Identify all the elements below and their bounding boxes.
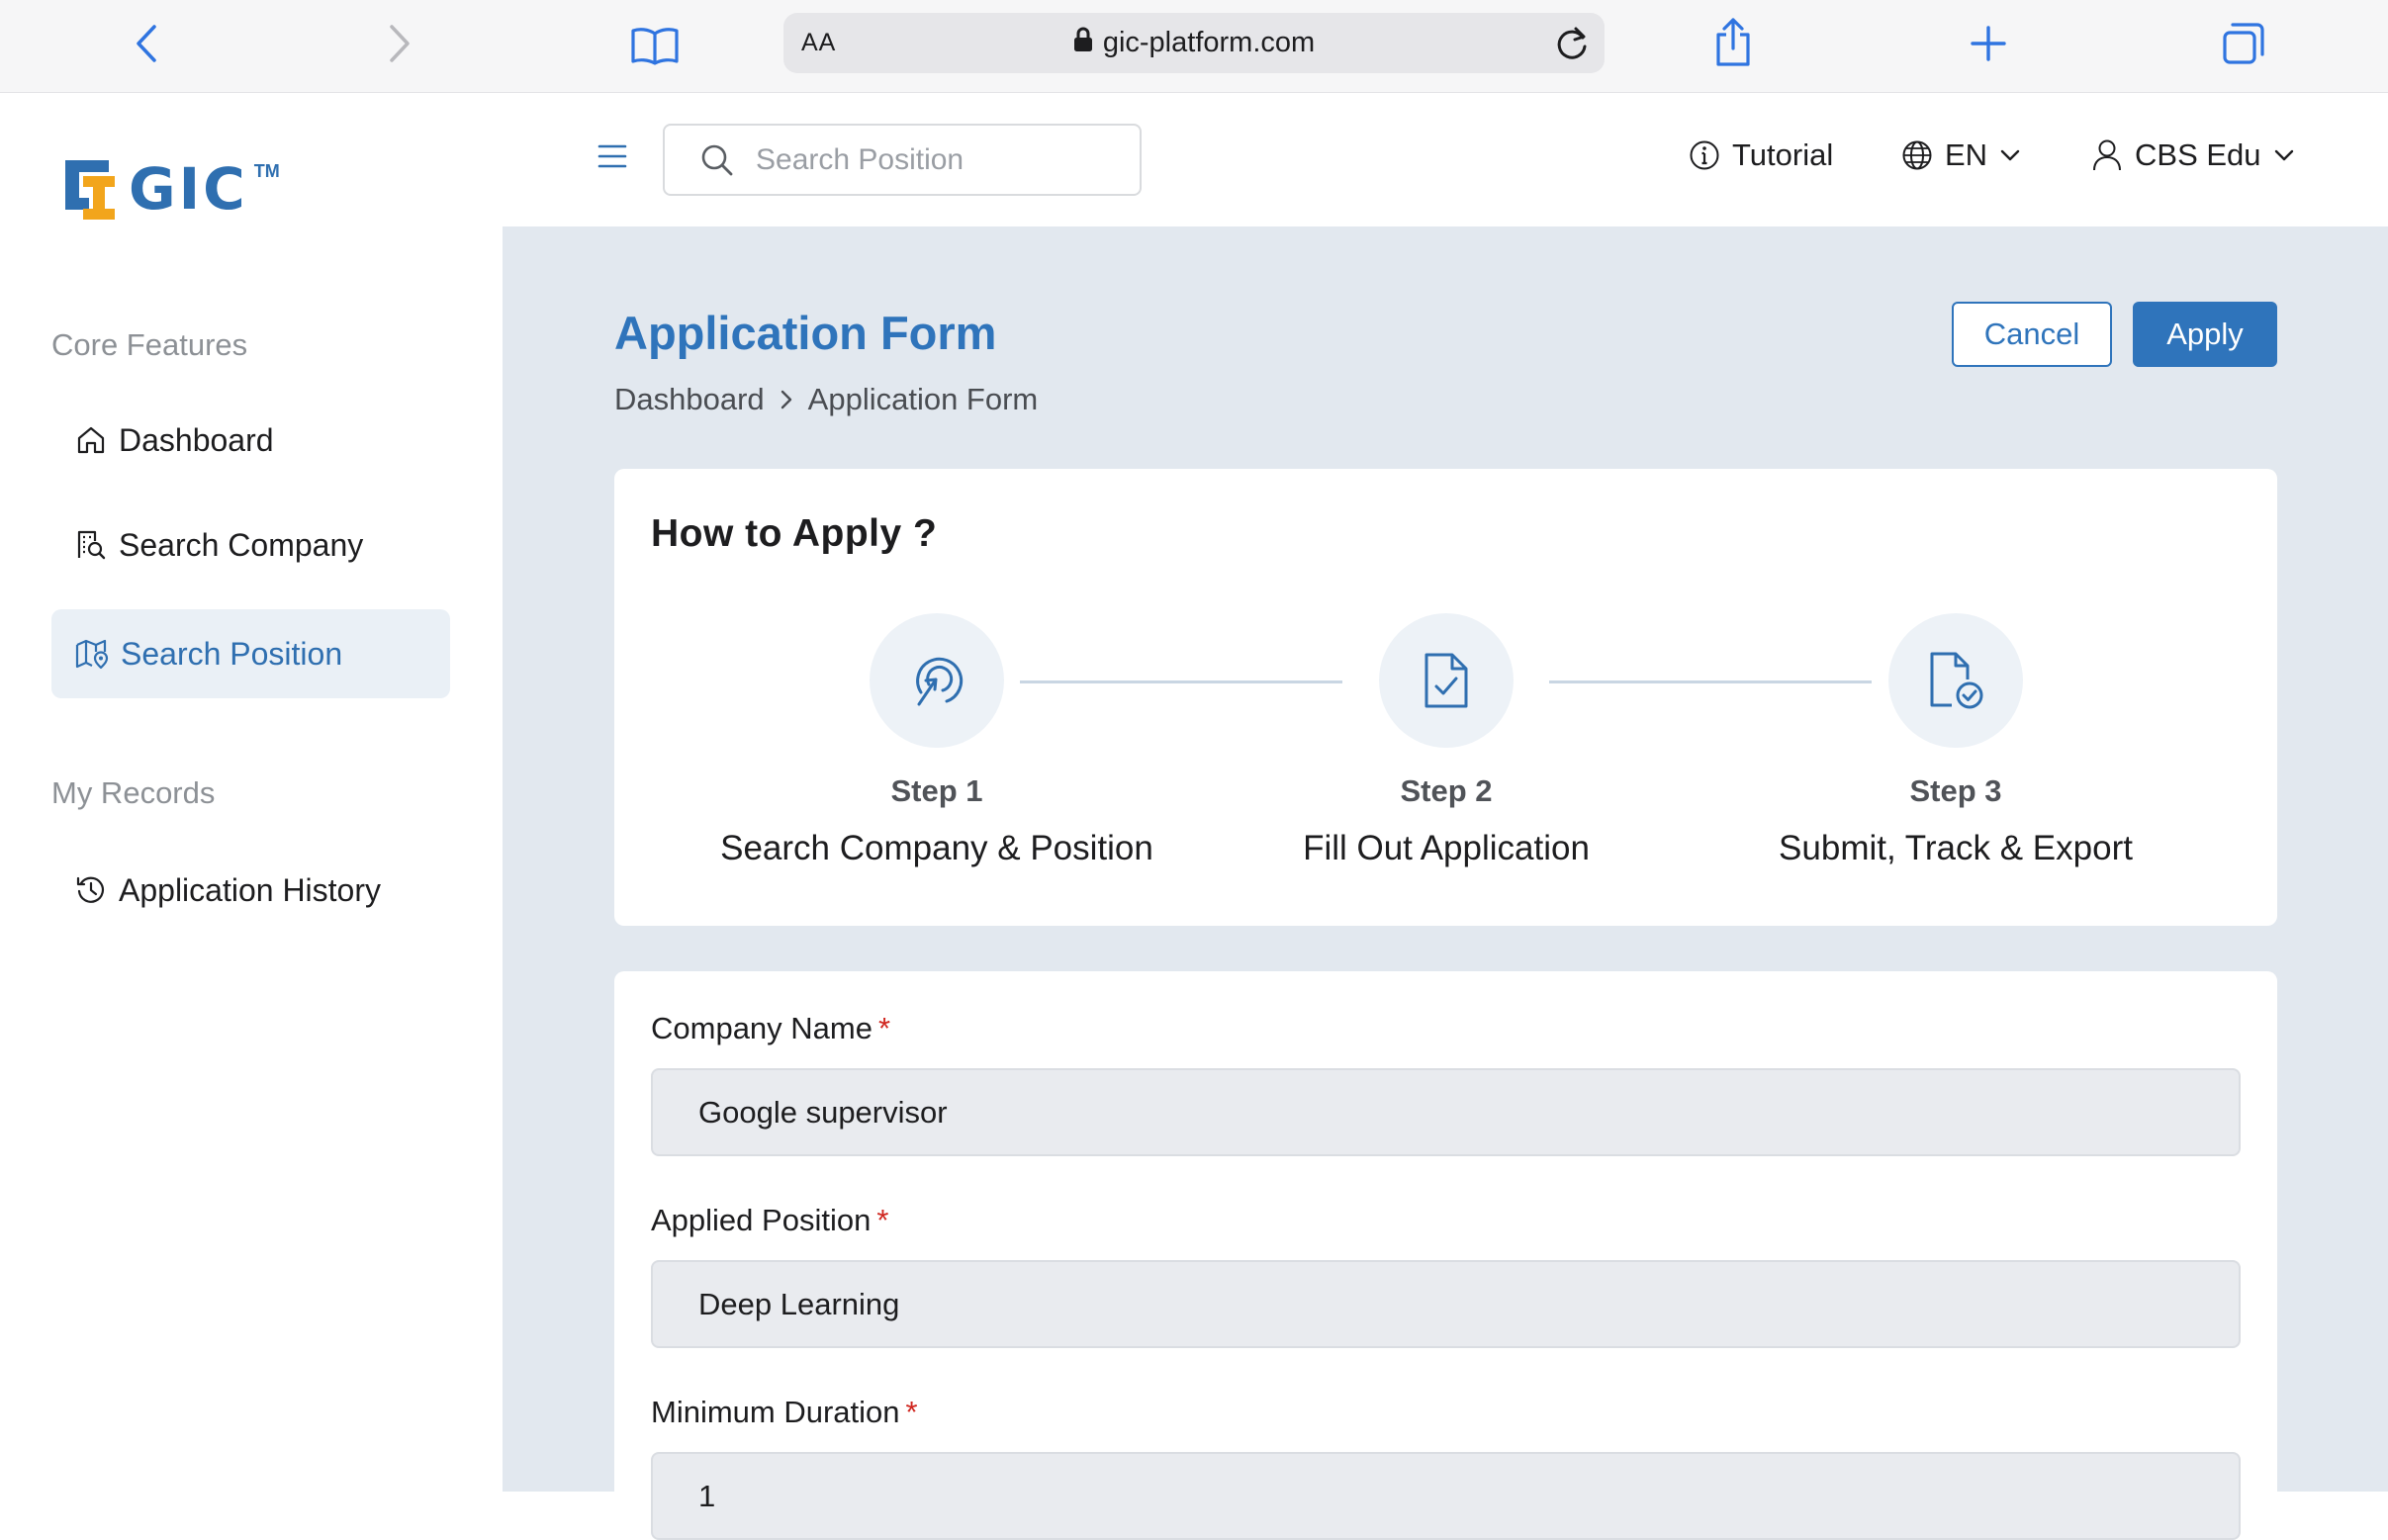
minimum-duration-field[interactable]: 1 bbox=[651, 1452, 2241, 1540]
sidebar-item-label: Search Position bbox=[121, 635, 343, 672]
step-description: Search Company & Position bbox=[720, 829, 1153, 867]
search-icon bbox=[701, 144, 733, 175]
chevron-down-icon bbox=[2274, 149, 2293, 161]
step-description: Submit, Track & Export bbox=[1779, 829, 2133, 867]
required-mark: * bbox=[877, 1011, 891, 1045]
step-number: Step 1 bbox=[890, 773, 983, 808]
minimum-duration-label: Minimum Duration * bbox=[651, 1395, 918, 1429]
search-position-input[interactable] bbox=[756, 142, 1112, 177]
document-submit-icon bbox=[1930, 652, 1983, 709]
step-2: Step 2 Fill Out Application bbox=[1169, 613, 1723, 868]
user-menu[interactable]: CBS Edu bbox=[2091, 137, 2295, 173]
application-form-card: Company Name * Google supervisor Applied … bbox=[614, 971, 2277, 1540]
breadcrumb-dashboard[interactable]: Dashboard bbox=[614, 382, 765, 417]
address-bar[interactable]: AA gic-platform.com bbox=[783, 13, 1605, 73]
url-text: gic-platform.com bbox=[1102, 27, 1316, 58]
step-description: Fill Out Application bbox=[1303, 829, 1590, 867]
map-pin-icon bbox=[75, 639, 109, 670]
back-icon[interactable] bbox=[127, 20, 166, 67]
required-mark: * bbox=[905, 1395, 918, 1429]
hamburger-menu-icon[interactable] bbox=[597, 143, 627, 174]
chevron-right-icon bbox=[781, 390, 791, 409]
lock-icon bbox=[1073, 27, 1093, 60]
home-icon bbox=[77, 426, 105, 454]
step-1: Step 1 Search Company & Position bbox=[660, 613, 1214, 868]
step-3: Step 3 Submit, Track & Export bbox=[1679, 613, 2233, 868]
apply-button[interactable]: Apply bbox=[2133, 302, 2277, 367]
company-name-label: Company Name * bbox=[651, 1011, 891, 1045]
new-tab-icon[interactable] bbox=[1967, 22, 2010, 65]
sidebar-item-application-history[interactable]: Application History bbox=[51, 846, 450, 935]
target-cursor-icon bbox=[916, 657, 964, 706]
tutorial-button[interactable]: Tutorial bbox=[1689, 137, 1833, 173]
section-label-my-records: My Records bbox=[51, 775, 216, 810]
bookmarks-icon[interactable] bbox=[629, 22, 681, 69]
sidebar-item-label: Application History bbox=[119, 871, 381, 908]
chevron-down-icon bbox=[2000, 149, 2020, 161]
step-number: Step 3 bbox=[1909, 773, 2002, 808]
sidebar-item-search-position[interactable]: Search Position bbox=[51, 609, 450, 698]
globe-icon bbox=[1902, 140, 1932, 170]
how-to-apply-card: How to Apply ? Step 1 Search Company & P… bbox=[614, 469, 2277, 926]
user-icon bbox=[2093, 139, 2121, 171]
gic-logo-icon bbox=[65, 160, 115, 220]
tutorial-label: Tutorial bbox=[1732, 137, 1834, 172]
language-selector[interactable]: EN bbox=[1901, 137, 2021, 173]
step-number: Step 2 bbox=[1400, 773, 1493, 808]
language-label: EN bbox=[1945, 137, 1988, 172]
document-check-icon bbox=[1424, 653, 1468, 708]
company-name-field[interactable]: Google supervisor bbox=[651, 1068, 2241, 1156]
main-content: Application Form Dashboard Application F… bbox=[503, 226, 2388, 1540]
history-icon bbox=[76, 876, 105, 903]
sidebar-item-dashboard[interactable]: Dashboard bbox=[51, 396, 450, 485]
logo-trademark: TM bbox=[253, 161, 280, 181]
forward-icon[interactable] bbox=[380, 20, 419, 67]
sidebar-item-label: Search Company bbox=[119, 526, 364, 563]
applied-position-label: Applied Position * bbox=[651, 1203, 889, 1237]
how-to-apply-title: How to Apply ? bbox=[651, 512, 938, 555]
reload-icon[interactable] bbox=[1553, 25, 1591, 67]
section-label-core-features: Core Features bbox=[51, 327, 248, 362]
required-mark: * bbox=[876, 1203, 889, 1237]
app-header: Tutorial EN CBS Edu bbox=[503, 94, 2388, 226]
user-name: CBS Edu bbox=[2135, 137, 2261, 172]
breadcrumb: Dashboard Application Form bbox=[614, 382, 1038, 417]
info-icon bbox=[1690, 140, 1719, 170]
breadcrumb-current: Application Form bbox=[807, 382, 1039, 416]
search-box[interactable] bbox=[663, 124, 1142, 196]
page-title: Application Form bbox=[614, 307, 997, 359]
sidebar: GIC TM Core Features Dashboard Search Co… bbox=[0, 94, 503, 1492]
search-company-icon bbox=[77, 530, 106, 560]
sidebar-item-label: Dashboard bbox=[119, 421, 274, 458]
sidebar-item-search-company[interactable]: Search Company bbox=[51, 500, 450, 589]
logo-text: GIC bbox=[129, 155, 248, 223]
tabs-overview-icon[interactable] bbox=[2220, 20, 2267, 67]
browser-toolbar: AA gic-platform.com bbox=[0, 0, 2388, 93]
applied-position-field[interactable]: Deep Learning bbox=[651, 1260, 2241, 1348]
share-icon[interactable] bbox=[1711, 16, 1755, 69]
gic-logo[interactable]: GIC TM bbox=[63, 155, 280, 223]
cancel-button[interactable]: Cancel bbox=[1952, 302, 2112, 367]
